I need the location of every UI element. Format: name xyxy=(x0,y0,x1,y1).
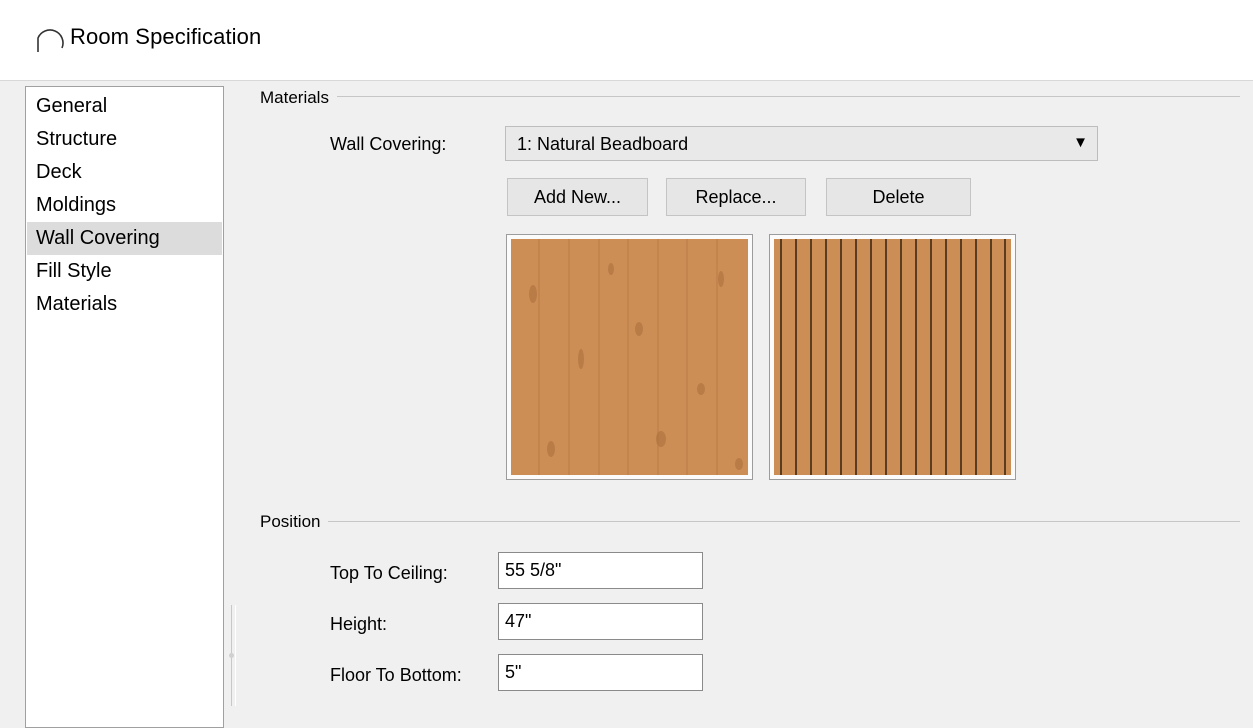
sidebar-item-deck[interactable]: Deck xyxy=(27,156,222,189)
position-group-label: Position xyxy=(260,512,329,532)
category-list[interactable]: General Structure Deck Moldings Wall Cov… xyxy=(25,86,224,728)
floor-to-bottom-label: Floor To Bottom: xyxy=(330,665,462,685)
top-to-ceiling-field[interactable] xyxy=(498,552,703,589)
sidebar-item-general[interactable]: General xyxy=(27,90,222,123)
pattern-preview xyxy=(769,234,1016,480)
delete-button[interactable]: Delete xyxy=(826,178,971,216)
splitter-grip-icon xyxy=(229,653,234,658)
wall-covering-value: 1: Natural Beadboard xyxy=(517,134,689,154)
materials-group-line xyxy=(260,96,1240,97)
window-title: Room Specification xyxy=(70,24,262,49)
height-label: Height: xyxy=(330,614,388,634)
texture-preview xyxy=(506,234,753,480)
replace-button[interactable]: Replace... xyxy=(666,178,806,216)
arch-icon xyxy=(37,29,64,52)
top-to-ceiling-label: Top To Ceiling: xyxy=(330,563,448,583)
dropdown-arrow-icon: ▼ xyxy=(1073,134,1088,151)
position-group-line xyxy=(260,521,1240,522)
sidebar-item-materials[interactable]: Materials xyxy=(27,288,222,321)
sidebar-item-structure[interactable]: Structure xyxy=(27,123,222,156)
materials-group-label: Materials xyxy=(260,88,337,108)
title-bar: Room Specification xyxy=(0,0,1253,81)
panel-splitter[interactable] xyxy=(229,605,236,706)
sidebar-item-wall-covering[interactable]: Wall Covering xyxy=(27,222,222,255)
floor-to-bottom-field[interactable] xyxy=(498,654,703,691)
wood-texture-image xyxy=(511,239,748,475)
sidebar-item-moldings[interactable]: Moldings xyxy=(27,189,222,222)
sidebar-item-fill-style[interactable]: Fill Style xyxy=(27,255,222,288)
wall-covering-label: Wall Covering: xyxy=(330,134,447,154)
wall-covering-dropdown[interactable]: 1: Natural Beadboard ▼ xyxy=(505,126,1098,161)
beadboard-pattern-image xyxy=(774,239,1011,475)
add-new-button[interactable]: Add New... xyxy=(507,178,648,216)
height-field[interactable] xyxy=(498,603,703,640)
